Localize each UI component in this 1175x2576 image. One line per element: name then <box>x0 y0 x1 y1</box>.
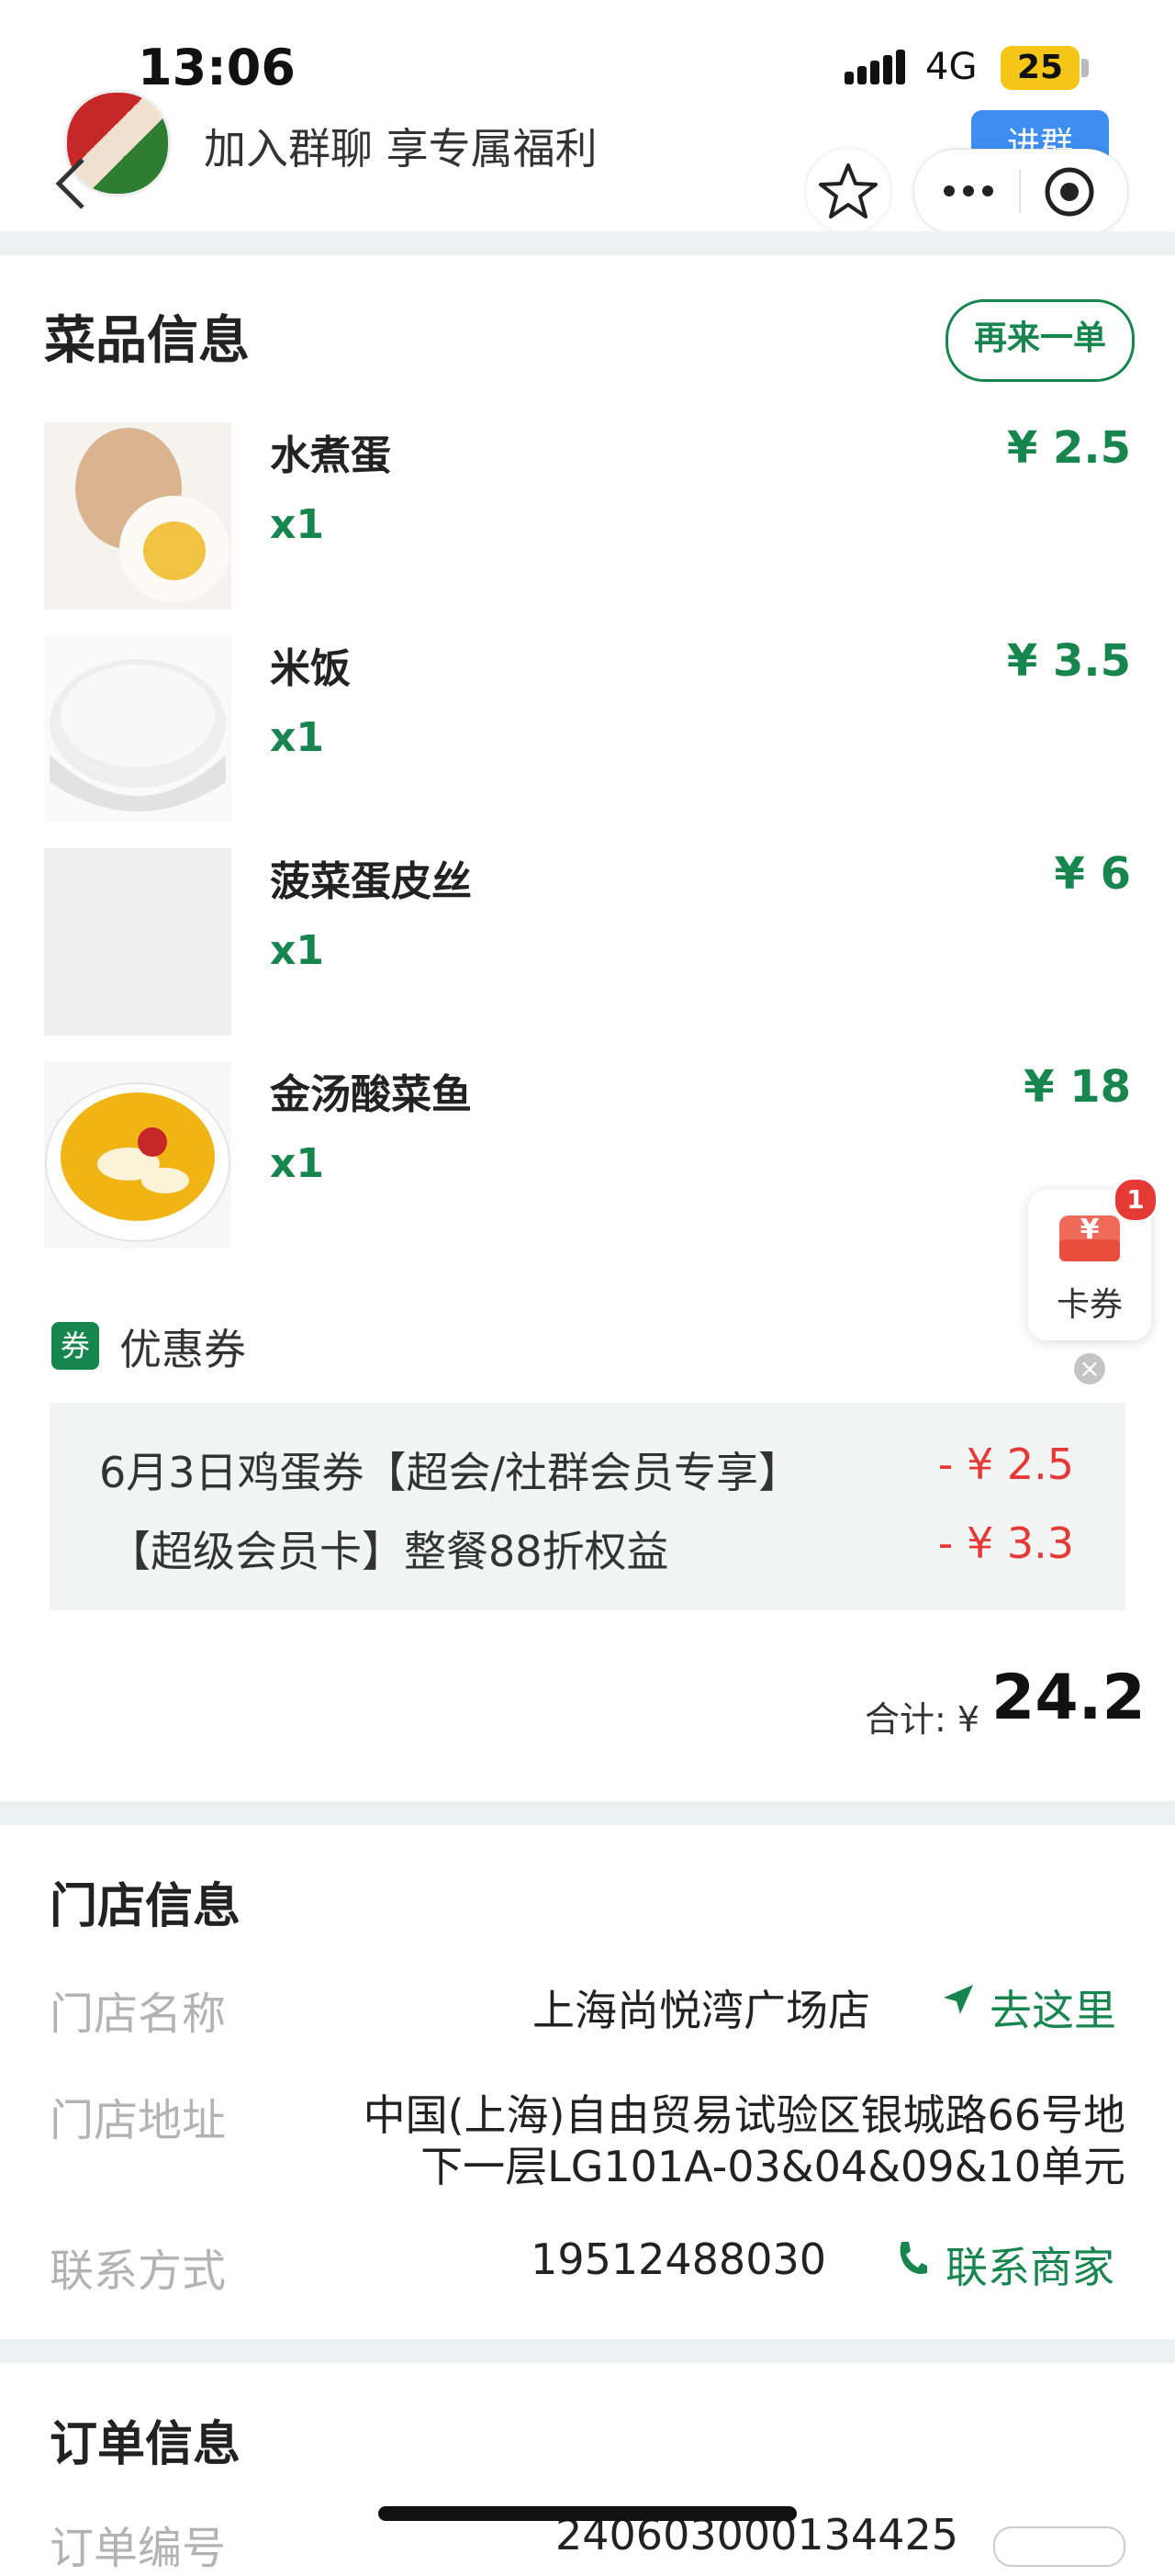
section-divider <box>0 1801 1175 1825</box>
dish-quantity: x1 <box>270 1140 324 1187</box>
dish-image <box>44 422 231 610</box>
dish-name: 菠菜蛋皮丝 <box>270 858 472 905</box>
reorder-button[interactable]: 再来一单 <box>946 299 1135 382</box>
close-miniprogram-icon[interactable] <box>1041 163 1098 220</box>
dish-quantity: x1 <box>270 501 324 548</box>
status-time: 13:06 <box>138 39 296 96</box>
battery-icon: 25 <box>1001 46 1080 90</box>
contact-label: 联系方式 <box>50 2246 227 2297</box>
close-icon[interactable]: × <box>1074 1353 1105 1384</box>
store-section-title: 门店信息 <box>50 1879 241 1934</box>
total-label: 合计: ¥ <box>865 1699 980 1740</box>
dish-name: 金汤酸菜鱼 <box>270 1071 472 1118</box>
dish-price: ¥ 6 <box>1054 848 1131 900</box>
favorite-button[interactable] <box>806 149 890 233</box>
coupon-section-title: 优惠券 <box>119 1325 246 1374</box>
section-divider <box>0 2339 1175 2363</box>
home-indicator <box>378 2506 797 2521</box>
network-type: 4G <box>925 46 978 88</box>
store-name-label: 门店名称 <box>50 1988 227 2040</box>
dish-price: ¥ 2.5 <box>1006 422 1131 474</box>
dish-name: 水煮蛋 <box>270 432 391 479</box>
store-name-value: 上海尚悦湾广场店 <box>532 1986 870 2035</box>
dish-name: 米饭 <box>270 645 351 692</box>
card-coupon-label: 卡券 <box>1056 1286 1123 1324</box>
store-address-label: 门店地址 <box>50 2095 227 2146</box>
coupon-count-badge: 1 <box>1113 1177 1158 1223</box>
star-icon <box>819 163 878 218</box>
capsule-divider <box>1019 169 1021 213</box>
group-promo-text[interactable]: 加入群聊 享专属福利 <box>204 116 598 176</box>
order-section-title: 订单信息 <box>50 2417 241 2472</box>
navigate-link[interactable]: 去这里 <box>990 1977 1116 2038</box>
dish-quantity: x1 <box>270 714 324 761</box>
coupon-item-amount: - ¥ 2.5 <box>937 1439 1074 1489</box>
total-amount: 24.2 <box>991 1662 1146 1734</box>
coupon-widget-icon-text: ¥ <box>1080 1214 1100 1246</box>
more-icon[interactable] <box>938 174 999 207</box>
order-number-label: 订单编号 <box>50 2523 227 2574</box>
battery-tip <box>1081 59 1089 77</box>
navigate-icon[interactable] <box>940 1981 977 2018</box>
contact-merchant-link[interactable]: 联系商家 <box>946 2234 1114 2295</box>
phone-icon[interactable] <box>896 2240 929 2277</box>
copy-button[interactable] <box>993 2526 1125 2567</box>
dish-price: ¥ 3.5 <box>1006 635 1131 687</box>
coupon-item-name: 6月3日鸡蛋券【超会/社群会员专享】 <box>99 1448 801 1497</box>
dish-price: ¥ 18 <box>1024 1061 1131 1113</box>
dish-image <box>44 635 231 823</box>
dish-image-placeholder <box>44 848 231 1036</box>
signal-icon <box>845 48 909 84</box>
coupon-item-name: 【超级会员卡】整餐88折权益 <box>108 1527 669 1576</box>
coupon-tag-icon: 券 <box>51 1322 99 1370</box>
coupon-item-amount: - ¥ 3.3 <box>937 1518 1074 1568</box>
store-address-line2: 下一层LG101A-03&04&09&10单元 <box>420 2142 1125 2191</box>
back-icon[interactable] <box>53 156 90 211</box>
coupon-list <box>50 1403 1125 1610</box>
section-divider <box>0 231 1175 255</box>
dish-image <box>44 1061 231 1249</box>
dish-quantity: x1 <box>270 927 324 974</box>
contact-phone: 19512488030 <box>531 2234 826 2284</box>
dishes-section-title: 菜品信息 <box>44 311 250 371</box>
